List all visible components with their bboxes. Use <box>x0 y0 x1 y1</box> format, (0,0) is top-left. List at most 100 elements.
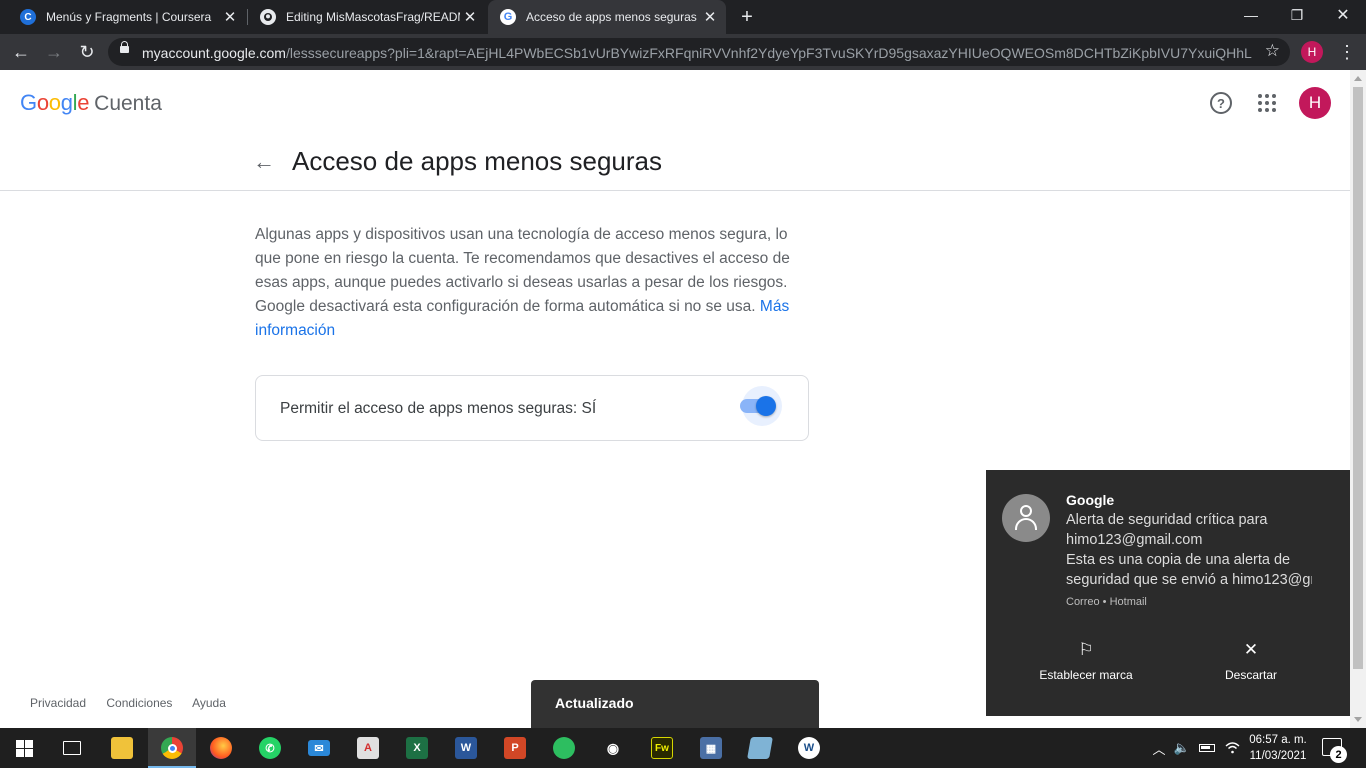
close-tab-icon[interactable]: ✕ <box>220 8 240 26</box>
taskbar-w-app[interactable]: W <box>785 728 833 768</box>
taskbar-evernote[interactable] <box>540 728 588 768</box>
google-wordmark: Google <box>20 90 90 115</box>
scroll-thumb[interactable] <box>1353 87 1363 669</box>
product-name: Cuenta <box>94 92 162 115</box>
close-tab-icon[interactable]: ✕ <box>460 8 480 26</box>
close-icon: ✕ <box>1243 640 1259 659</box>
page-title: Acceso de apps menos seguras <box>292 146 662 176</box>
wifi-icon[interactable] <box>1222 728 1242 768</box>
clock-time: 06:57 a. m. <box>1249 734 1307 746</box>
account-avatar[interactable]: H <box>1299 87 1331 119</box>
new-tab-button[interactable]: + <box>736 6 758 28</box>
footer-link-help[interactable]: Ayuda <box>192 696 226 710</box>
toast-meta: Correo • Hotmail <box>1066 596 1147 608</box>
back-icon[interactable]: ← <box>8 39 34 65</box>
taskbar-firefox[interactable] <box>197 728 245 768</box>
scroll-down-icon[interactable] <box>1354 717 1362 722</box>
lock-icon <box>120 41 129 53</box>
notification-toast[interactable]: Google Alerta de seguridad crítica para … <box>986 470 1350 716</box>
toast-line-2: himo123@gmail.com <box>1066 532 1203 548</box>
close-window-icon[interactable]: ✕ <box>1320 0 1366 30</box>
less-secure-apps-setting[interactable]: Permitir el acceso de apps menos seguras… <box>255 375 809 441</box>
firefox-icon <box>210 737 232 759</box>
windows-taskbar: ✆ ✉ A X W P ◉ Fw ▦ W ︿ 🔈 06:57 a. m. 11/… <box>0 728 1366 768</box>
scroll-up-icon[interactable] <box>1354 76 1362 81</box>
google-account-logo[interactable]: Google Cuenta <box>20 90 162 116</box>
taskbar-mail[interactable]: ✉ <box>295 728 343 768</box>
description-text: Algunas apps y dispositivos usan una tec… <box>255 223 811 343</box>
google-favicon-icon: G <box>500 9 516 25</box>
github-favicon-icon <box>260 9 276 25</box>
person-icon <box>1002 494 1050 542</box>
calculator-icon: ▦ <box>700 737 722 759</box>
reload-icon[interactable]: ↻ <box>74 39 100 65</box>
forward-icon[interactable]: → <box>41 39 67 65</box>
coursera-favicon-icon: C <box>20 9 36 25</box>
access-toggle-switch[interactable] <box>740 386 782 426</box>
footer-link-terms[interactable]: Condiciones <box>106 696 172 710</box>
windows-logo-icon <box>15 739 33 757</box>
footer-links: Privacidad Condiciones Ayuda <box>30 696 243 710</box>
taskbar-notes[interactable] <box>736 728 784 768</box>
tab-lesssecureapps[interactable]: G Acceso de apps menos seguras ✕ <box>488 0 726 34</box>
taskbar-whatsapp[interactable]: ✆ <box>246 728 294 768</box>
volume-icon[interactable]: 🔈 <box>1172 728 1192 768</box>
apps-grid-icon[interactable] <box>1258 94 1276 112</box>
pdf-icon: A <box>357 737 379 759</box>
show-hidden-icons-chevron-icon[interactable]: ︿ <box>1150 728 1168 768</box>
header-divider <box>0 190 1350 191</box>
page-scrollbar[interactable] <box>1350 70 1366 728</box>
description-body: Algunas apps y dispositivos usan una tec… <box>255 226 790 315</box>
help-icon[interactable]: ? <box>1210 92 1232 114</box>
start-button[interactable] <box>0 728 48 768</box>
taskbar-excel[interactable]: X <box>393 728 441 768</box>
taskbar-chrome[interactable] <box>148 728 196 768</box>
flag-label: Establecer marca <box>1039 668 1133 682</box>
dismiss-button[interactable]: ✕ Descartar <box>1181 640 1321 682</box>
word-icon: W <box>455 737 477 759</box>
powerpoint-icon: P <box>504 737 526 759</box>
toast-line-1: Alerta de seguridad crítica para <box>1066 512 1268 528</box>
mail-icon: ✉ <box>308 740 330 756</box>
tab-github[interactable]: Editing MisMascotasFrag/README.md ✕ <box>248 0 486 34</box>
battery-icon[interactable] <box>1196 728 1218 768</box>
browser-menu-icon[interactable]: ⋮ <box>1338 40 1356 64</box>
taskbar-fireworks[interactable]: Fw <box>638 728 686 768</box>
footer-link-privacy[interactable]: Privacidad <box>30 696 86 710</box>
clock-date: 11/03/2021 <box>1249 750 1307 762</box>
toggle-thumb <box>756 396 776 416</box>
back-arrow-icon[interactable]: ← <box>252 150 276 174</box>
task-view-icon <box>63 741 81 755</box>
taskbar-acrobat[interactable]: A <box>344 728 392 768</box>
fireworks-icon: Fw <box>651 737 673 759</box>
task-view-button[interactable] <box>48 728 96 768</box>
camera-app-icon: ◉ <box>606 739 620 756</box>
taskbar-powerpoint[interactable]: P <box>491 728 539 768</box>
url-text[interactable]: myaccount.google.com/lesssecureapps?pli=… <box>142 45 1252 61</box>
url-path: /lesssecureapps?pli=1&rapt=AEjHL4PWbECSb… <box>285 45 1252 61</box>
taskbar-word[interactable]: W <box>442 728 490 768</box>
notification-count-badge: 2 <box>1330 746 1347 763</box>
folder-icon <box>111 737 133 759</box>
taskbar-calculator[interactable]: ▦ <box>687 728 735 768</box>
minimize-icon[interactable]: — <box>1228 0 1274 30</box>
address-bar[interactable]: myaccount.google.com/lesssecureapps?pli=… <box>108 38 1290 66</box>
url-host: myaccount.google.com <box>142 45 286 61</box>
browser-toolbar: ← → ↻ myaccount.google.com/lesssecureapp… <box>0 34 1366 70</box>
browser-profile-avatar[interactable]: H <box>1301 41 1323 63</box>
tab-coursera[interactable]: C Menús y Fragments | Coursera ✕ <box>8 0 246 34</box>
tab-title: Menús y Fragments | Coursera <box>46 10 212 24</box>
toast-line-3: Esta es una copia de una alerta de <box>1066 552 1291 568</box>
browser-tab-bar: C Menús y Fragments | Coursera ✕ Editing… <box>0 0 1366 34</box>
close-tab-icon[interactable]: ✕ <box>700 8 720 26</box>
w-app-icon: W <box>798 737 820 759</box>
snackbar: Actualizado <box>531 680 819 728</box>
taskbar-cam-app[interactable]: ◉ <box>589 728 637 768</box>
restore-icon[interactable]: ❐ <box>1274 0 1320 30</box>
toast-sender: Google <box>1066 492 1115 508</box>
bookmark-star-icon[interactable]: ☆ <box>1265 41 1280 61</box>
flag-icon: ⚐ <box>1078 640 1094 659</box>
taskbar-clock[interactable]: 06:57 a. m. 11/03/2021 <box>1244 732 1312 764</box>
flag-button[interactable]: ⚐ Establecer marca <box>1016 640 1156 682</box>
taskbar-file-explorer[interactable] <box>98 728 146 768</box>
